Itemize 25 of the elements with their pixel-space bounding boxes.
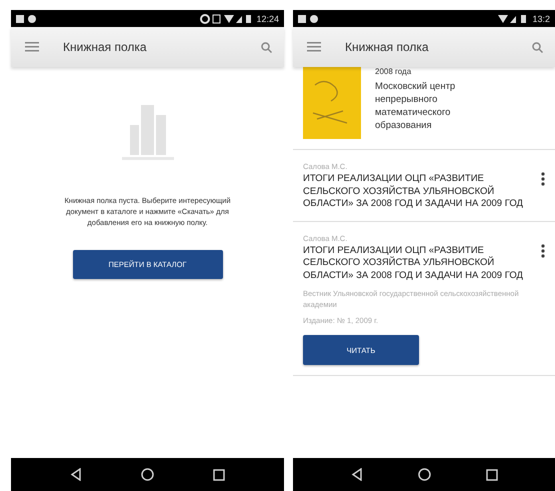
book-cover-image: [303, 67, 361, 139]
menu-icon[interactable]: [25, 42, 39, 52]
back-icon[interactable]: [350, 468, 362, 481]
search-icon[interactable]: [532, 42, 543, 52]
notification-icons: [16, 14, 38, 24]
article-title: ИТОГИ РЕАЛИЗАЦИИ ОЦП «РАЗВИТИЕ СЕЛЬСКОГО ХОЗЯЙСТВА УЛЬЯНОВСКОЙ ОБЛАСТИ» ЗА 2008 ГОД И ЗАДАЧИ НА 2009 ГОД: [303, 244, 524, 282]
article-title: ИТОГИ РЕАЛИЗАЦИИ ОЦП «РАЗВИТИЕ СЕЛЬСКОГО ХОЗЯЙСТВА УЛЬЯНОВСКОЙ ОБЛАСТИ» ЗА 2008 ГОД И ЗАДАЧИ НА 2009 ГОД: [303, 173, 524, 210]
book-title: 2008 года: [375, 67, 412, 76]
app-title: Книжная полка: [345, 40, 430, 54]
home-icon[interactable]: [418, 468, 430, 481]
recent-apps-icon[interactable]: [212, 468, 225, 480]
back-icon[interactable]: [70, 468, 82, 481]
status-icons: [498, 14, 528, 24]
search-icon[interactable]: [261, 42, 272, 52]
more-options-icon[interactable]: [541, 172, 545, 186]
status-icons: [200, 14, 252, 24]
book-publisher: Московский центр непрерывного математического образования: [375, 80, 456, 132]
notification-icons: [298, 14, 320, 24]
more-options-icon[interactable]: [541, 244, 545, 258]
recent-apps-icon[interactable]: [486, 468, 498, 480]
status-time: 12:24: [256, 14, 279, 24]
menu-icon[interactable]: [307, 42, 321, 52]
app-title: Книжная полка: [63, 40, 148, 54]
home-icon[interactable]: [140, 468, 154, 481]
status-time: 13:2: [532, 14, 550, 24]
